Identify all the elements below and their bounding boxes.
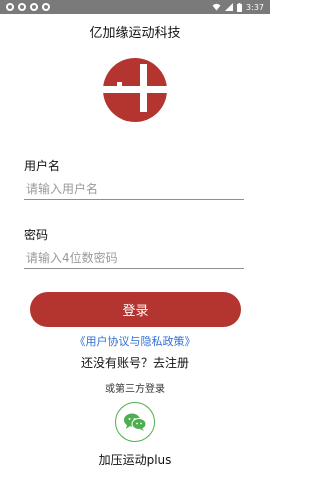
- battery-icon: [237, 2, 243, 12]
- password-label: 密码: [24, 228, 49, 242]
- brand-logo: [103, 58, 167, 122]
- login-button[interactable]: 登录: [30, 292, 241, 327]
- password-input[interactable]: [24, 247, 244, 269]
- app-name: 加压运动plus: [98, 453, 172, 467]
- wechat-icon: [124, 413, 147, 431]
- policy-link[interactable]: 《用户协议与隐私政策》: [0, 333, 270, 349]
- signal-icon: [225, 3, 234, 11]
- brand-logo-icon: [103, 58, 167, 122]
- status-time: 3:37: [246, 2, 264, 12]
- status-left-icons: [6, 3, 50, 11]
- notification-icon: [42, 3, 50, 11]
- wifi-icon: [212, 3, 221, 11]
- status-right-icons: 3:37: [212, 2, 264, 12]
- third-party-login-label: 或第三方登录: [105, 384, 165, 395]
- notification-icon: [18, 3, 26, 11]
- username-input[interactable]: [24, 178, 244, 200]
- register-link[interactable]: 还没有账号？去注册: [0, 354, 270, 371]
- notification-icon: [30, 3, 38, 11]
- username-label: 用户名: [24, 159, 61, 173]
- status-bar: 3:37: [0, 0, 270, 14]
- notification-icon: [6, 3, 14, 11]
- page-title: 亿加缘运动科技: [89, 26, 181, 41]
- login-screen: 3:37 亿加缘运动科技 用户名 密码 登录 《用户协议与隐私政策》 还没有账号…: [0, 0, 270, 480]
- wechat-login-button[interactable]: [115, 402, 155, 442]
